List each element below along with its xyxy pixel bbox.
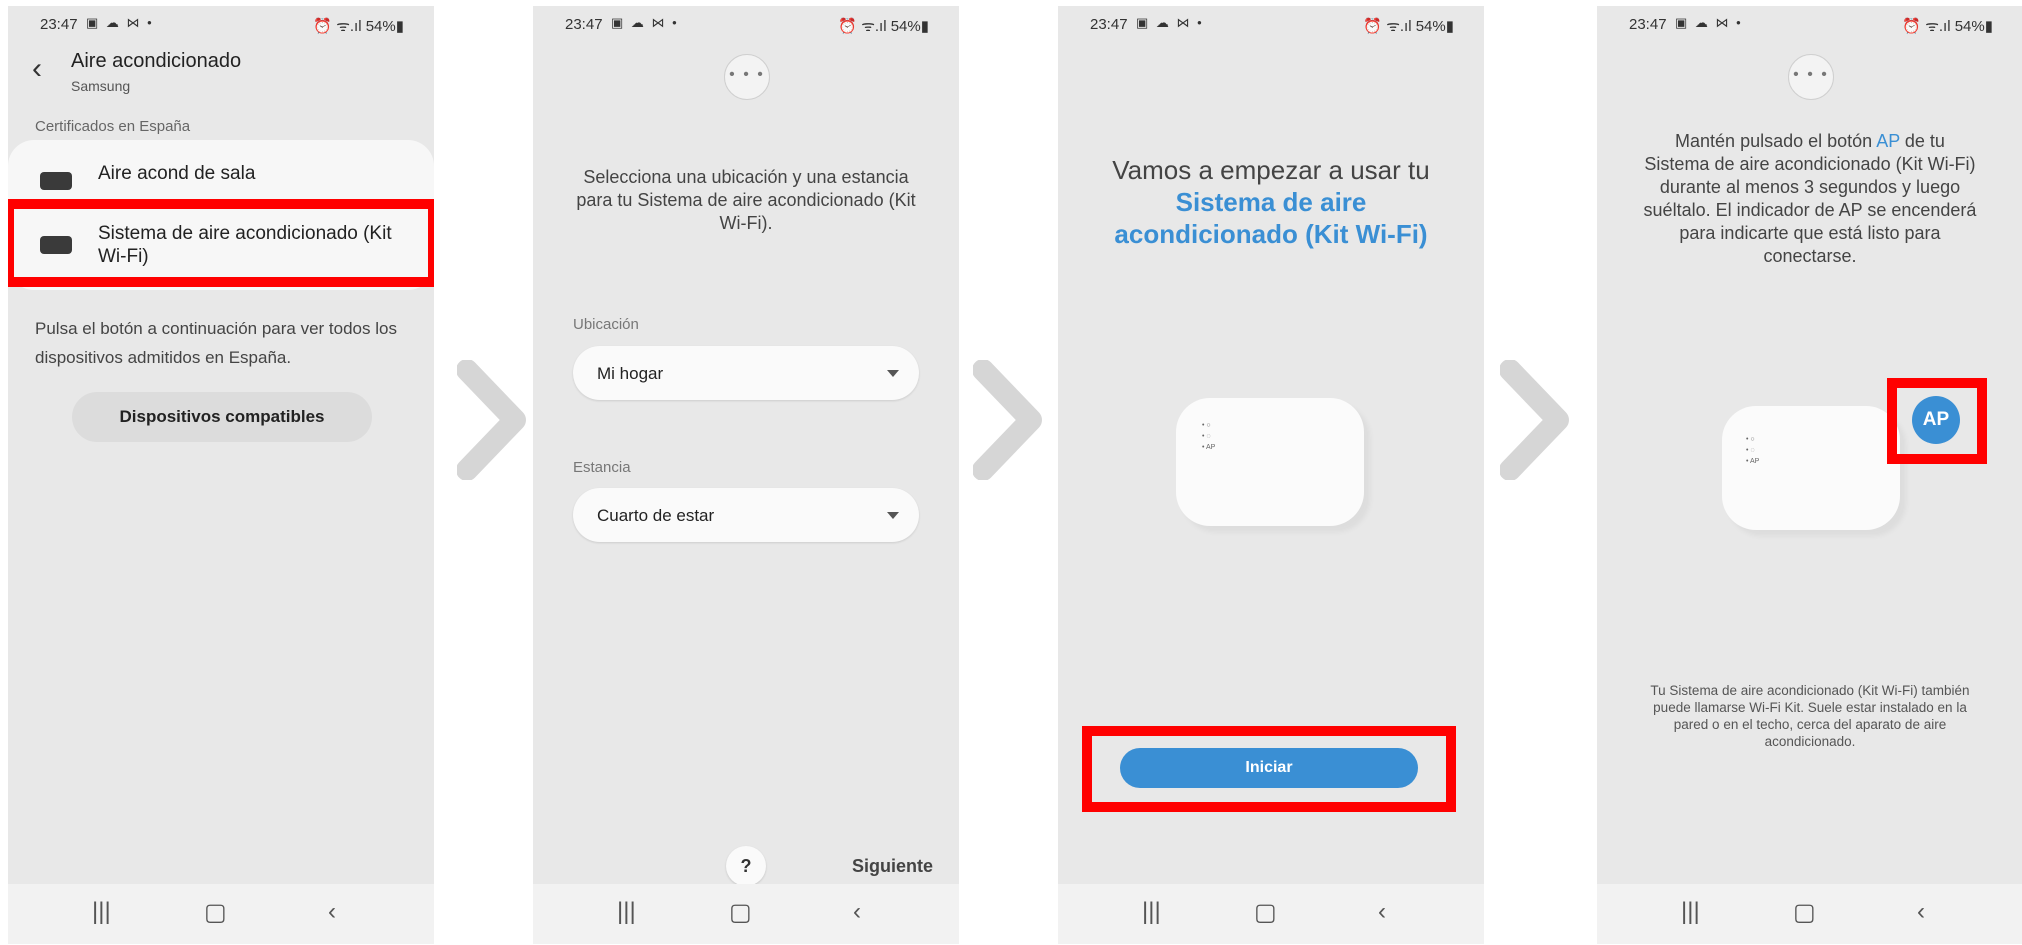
wifi-kit-device-illustration: • ○ • ◌ • AP [1722, 406, 1900, 530]
status-bar: 23:47 ▣ ☁ ⋈ • ⏰ ᯤ.ıl 54%▮ [1058, 6, 1484, 40]
status-right-icons: ⏰ ᯤ.ıl 54%▮ [313, 18, 404, 35]
instr-before: Mantén pulsado el botón [1675, 131, 1873, 151]
back-icon[interactable]: ‹ [1917, 898, 1925, 926]
more-options-icon[interactable]: • • • [1788, 54, 1834, 100]
ap-button-badge: AP [1912, 396, 1960, 444]
back-icon[interactable]: ‹ [853, 898, 861, 926]
status-bar: 23:47 ▣ ☁ ⋈ • ⏰ ᯤ.ıl 54%▮ [533, 6, 959, 40]
dropdown-caret-icon [887, 512, 899, 519]
notification-icons: ▣ ☁ ⋈ • [1136, 15, 1204, 30]
screen-start: 23:47 ▣ ☁ ⋈ • ⏰ ᯤ.ıl 54%▮ Vamos a empeza… [1058, 6, 1484, 944]
ap-instruction-text: Mantén pulsado el botón AP de tu Sistema… [1641, 130, 1979, 268]
navigation-bar: ||| ▢ ‹ [8, 884, 434, 944]
screen-device-list: 23:47 ▣ ☁ ⋈ • ⏰ ᯤ.ıl 54%▮ ‹ Aire acondic… [8, 6, 434, 944]
list-item-label: Aire acond de sala [98, 163, 256, 184]
navigation-bar: ||| ▢ ‹ [1058, 884, 1484, 944]
navigation-bar: ||| ▢ ‹ [533, 884, 959, 944]
home-icon[interactable]: ▢ [1254, 898, 1277, 927]
status-time: 23:47 [1629, 16, 1667, 33]
room-value: Cuarto de estar [597, 506, 715, 525]
section-header: Certificados en España [35, 118, 191, 135]
status-time: 23:47 [40, 16, 78, 33]
home-icon[interactable]: ▢ [1793, 898, 1816, 927]
device-led-labels: • ○ • ◌ • AP [1202, 422, 1216, 451]
highlight-box [8, 199, 434, 287]
footnote-text: Tu Sistema de aire acondicionado (Kit Wi… [1650, 683, 1970, 749]
chevron-right-icon [1500, 360, 1569, 480]
status-right-icons: ⏰ ᯤ.ıl 54%▮ [1902, 18, 1993, 35]
start-title: Vamos a empezar a usar tu Sistema de air… [1088, 154, 1454, 250]
status-bar: 23:47 ▣ ☁ ⋈ • ⏰ ᯤ.ıl 54%▮ [1597, 6, 2022, 40]
recent-apps-icon[interactable]: ||| [617, 898, 636, 926]
back-arrow-icon[interactable]: ‹ [32, 52, 42, 86]
next-button[interactable]: Siguiente [852, 856, 933, 877]
home-icon[interactable]: ▢ [204, 898, 227, 927]
more-options-icon[interactable]: • • • [724, 54, 770, 100]
list-item-aire-acond-sala[interactable]: Aire acond de sala [8, 148, 434, 204]
back-icon[interactable]: ‹ [328, 898, 336, 926]
recent-apps-icon[interactable]: ||| [1142, 898, 1161, 926]
notification-icons: ▣ ☁ ⋈ • [1675, 15, 1743, 30]
instruction-text: Selecciona una ubicación y una estancia … [576, 167, 916, 233]
notification-icons: ▣ ☁ ⋈ • [611, 15, 679, 30]
recent-apps-icon[interactable]: ||| [92, 898, 111, 926]
instr-after: de tu Sistema de aire acondicionado (Kit… [1643, 131, 1977, 266]
status-time: 23:47 [565, 16, 603, 33]
home-icon[interactable]: ▢ [729, 898, 752, 927]
status-right-icons: ⏰ ᯤ.ıl 54%▮ [838, 18, 929, 35]
page-title: Aire acondicionado [71, 50, 242, 72]
room-select[interactable]: Cuarto de estar [573, 488, 919, 542]
back-icon[interactable]: ‹ [1378, 898, 1386, 926]
screen-ap-instructions: 23:47 ▣ ☁ ⋈ • ⏰ ᯤ.ıl 54%▮ • • • Mantén p… [1597, 6, 2022, 944]
dropdown-caret-icon [887, 370, 899, 377]
title-plain: Vamos a empezar a usar tu [1112, 155, 1430, 185]
screen-location-room: 23:47 ▣ ☁ ⋈ • ⏰ ᯤ.ıl 54%▮ • • • Seleccio… [533, 6, 959, 944]
recent-apps-icon[interactable]: ||| [1681, 898, 1700, 926]
help-button[interactable]: ? [726, 846, 766, 886]
wifi-kit-device-illustration: • ○ • ◌ • AP [1176, 398, 1364, 526]
chevron-right-icon [457, 360, 526, 480]
compatible-devices-button[interactable]: Dispositivos compatibles [72, 392, 372, 442]
status-time: 23:47 [1090, 16, 1128, 33]
status-right-icons: ⏰ ᯤ.ıl 54%▮ [1363, 18, 1454, 35]
title-accent: Sistema de aire acondicionado (Kit Wi-Fi… [1114, 187, 1428, 249]
start-button[interactable]: Iniciar [1120, 748, 1418, 788]
air-conditioner-icon [40, 172, 72, 190]
device-led-labels: • ○ • ◌ • AP [1746, 436, 1760, 465]
info-text: Pulsa el botón a continuación para ver t… [35, 319, 397, 367]
room-label: Estancia [573, 459, 631, 476]
navigation-bar: ||| ▢ ‹ [1597, 884, 2022, 944]
location-label: Ubicación [573, 316, 639, 333]
location-value: Mi hogar [597, 364, 664, 383]
chevron-right-icon [973, 360, 1042, 480]
location-select[interactable]: Mi hogar [573, 346, 919, 400]
instr-accent-ap: AP [1876, 131, 1900, 151]
page-subtitle: Samsung [71, 78, 131, 94]
status-bar: 23:47 ▣ ☁ ⋈ • ⏰ ᯤ.ıl 54%▮ [8, 6, 434, 40]
notification-icons: ▣ ☁ ⋈ • [86, 15, 154, 30]
